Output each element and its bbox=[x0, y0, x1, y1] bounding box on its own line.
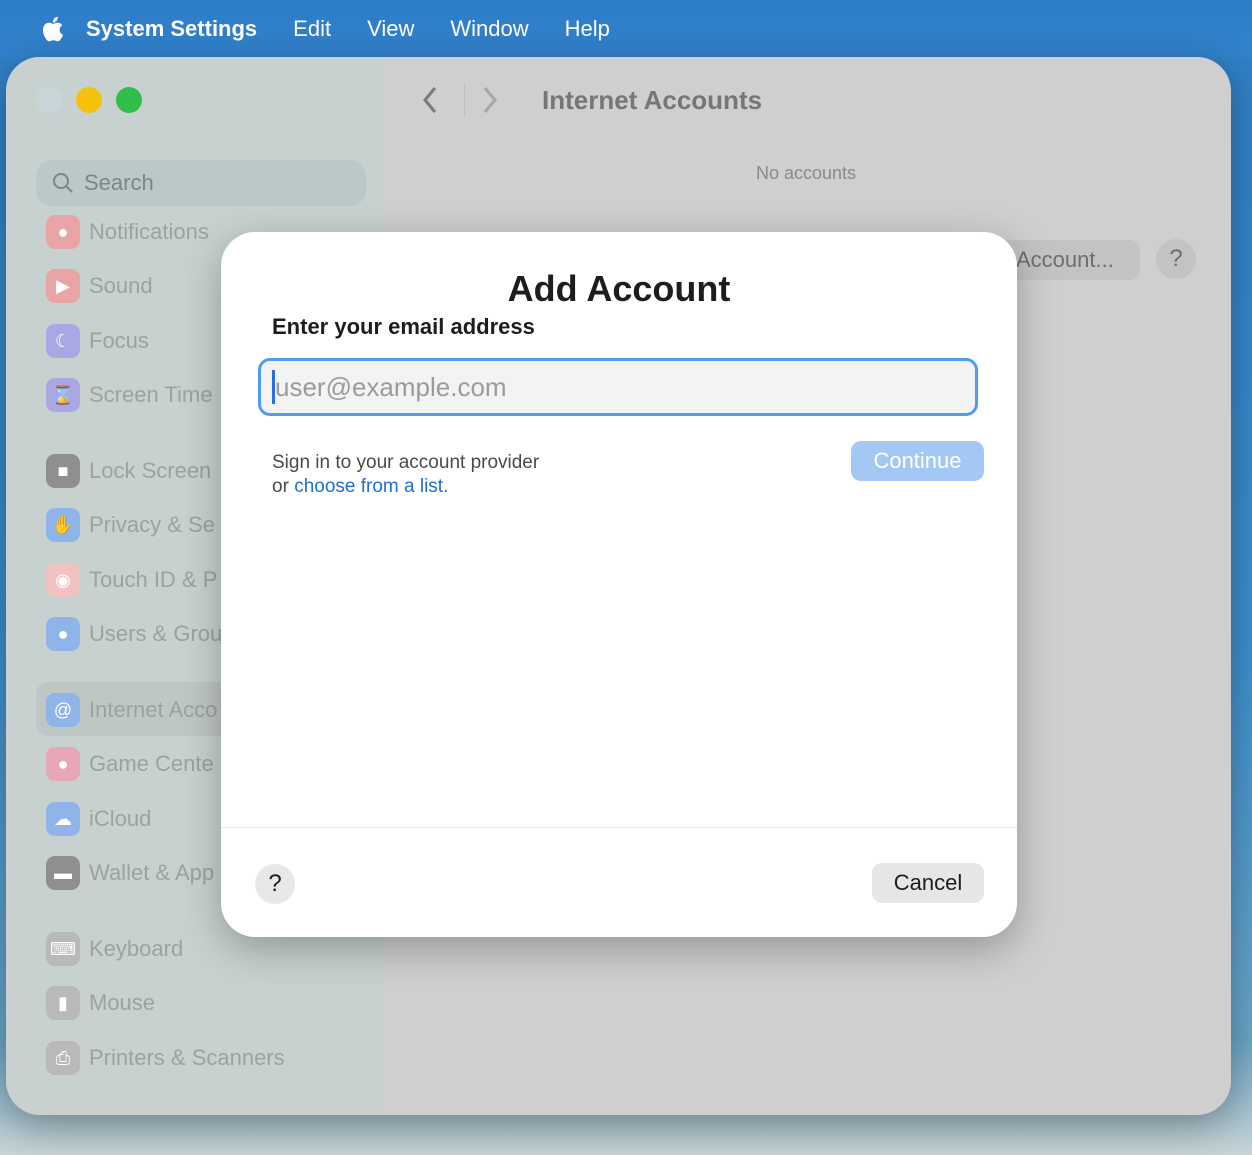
hourglass-icon: ⌛ bbox=[46, 378, 80, 412]
sidebar-item-touch-id[interactable]: ◉ Touch ID & P bbox=[46, 563, 217, 597]
sidebar-item-label: Keyboard bbox=[89, 936, 184, 961]
text-caret bbox=[272, 370, 275, 404]
sidebar-item-notifications[interactable]: ● Notifications bbox=[46, 215, 209, 249]
dialog-divider bbox=[221, 827, 1017, 828]
menu-help[interactable]: Help bbox=[565, 16, 610, 42]
sidebar-item-users[interactable]: ● Users & Grou bbox=[46, 617, 222, 651]
menu-window[interactable]: Window bbox=[450, 16, 528, 42]
sidebar-item-label: Touch ID & P bbox=[89, 567, 218, 592]
search-placeholder: Search bbox=[84, 170, 154, 195]
lock-icon: ■ bbox=[46, 454, 80, 488]
choose-from-list-link[interactable]: choose from a list. bbox=[294, 476, 448, 497]
sidebar-item-screen-time[interactable]: ⌛ Screen Time bbox=[46, 378, 213, 412]
close-button[interactable] bbox=[36, 87, 62, 113]
add-account-dialog: Add Account Enter your email address Sig… bbox=[221, 232, 1017, 937]
sidebar-item-label: Wallet & App bbox=[89, 860, 215, 885]
sidebar-item-sound[interactable]: ▶ Sound bbox=[46, 269, 153, 303]
sidebar-item-label: iCloud bbox=[89, 806, 152, 831]
keyboard-icon: ⌨ bbox=[46, 932, 80, 966]
speaker-icon: ▶ bbox=[46, 269, 80, 303]
hint-line-1: Sign in to your account provider bbox=[272, 452, 540, 473]
sidebar-item-label: Focus bbox=[89, 328, 149, 353]
sidebar-item-label: Game Cente bbox=[89, 751, 214, 776]
sidebar-item-label: Printers & Scanners bbox=[89, 1045, 285, 1070]
no-accounts-label: No accounts bbox=[755, 163, 857, 183]
sidebar-item-game-center[interactable]: ● Game Cente bbox=[46, 747, 214, 781]
sidebar-item-label: Privacy & Se bbox=[89, 512, 215, 537]
continue-button[interactable]: Continue bbox=[851, 441, 984, 481]
dialog-help-button[interactable]: ? bbox=[255, 864, 295, 904]
menu-bar: System Settings Edit View Window Help bbox=[0, 0, 1252, 58]
printer-icon: ⎙ bbox=[46, 1041, 80, 1075]
email-field[interactable] bbox=[258, 358, 978, 416]
cloud-icon: ☁ bbox=[46, 802, 80, 836]
sidebar-item-label: Mouse bbox=[89, 990, 156, 1015]
hint-prefix: or bbox=[272, 476, 295, 497]
sidebar-item-label: Notifications bbox=[89, 219, 209, 244]
sidebar-item-privacy[interactable]: ✋ Privacy & Se bbox=[46, 508, 215, 542]
sidebar-item-lock-screen[interactable]: ■ Lock Screen bbox=[46, 454, 211, 488]
page-title: Internet Accounts bbox=[542, 85, 763, 115]
cancel-button[interactable]: Cancel bbox=[872, 863, 984, 903]
zoom-button[interactable] bbox=[116, 87, 142, 113]
menu-view[interactable]: View bbox=[367, 16, 414, 42]
at-icon: @ bbox=[46, 693, 80, 727]
fingerprint-icon: ◉ bbox=[46, 563, 80, 597]
sidebar-item-icloud[interactable]: ☁ iCloud bbox=[46, 802, 151, 836]
dialog-subtitle: Enter your email address bbox=[272, 314, 535, 339]
hand-icon: ✋ bbox=[46, 508, 80, 542]
minimize-button[interactable] bbox=[76, 87, 102, 113]
traffic-lights bbox=[36, 87, 142, 113]
sidebar-item-printers[interactable]: ⎙ Printers & Scanners bbox=[46, 1041, 285, 1075]
mouse-icon: ▮ bbox=[46, 986, 80, 1020]
nav-separator bbox=[464, 85, 465, 115]
menu-app-name[interactable]: System Settings bbox=[86, 16, 257, 42]
game-center-icon: ● bbox=[46, 747, 80, 781]
sidebar-item-mouse[interactable]: ▮ Mouse bbox=[46, 986, 155, 1020]
chevron-left-icon[interactable] bbox=[420, 85, 440, 115]
menu-edit[interactable]: Edit bbox=[293, 16, 331, 42]
sidebar-search[interactable]: Search bbox=[36, 160, 366, 206]
users-icon: ● bbox=[46, 617, 80, 651]
moon-icon: ☾ bbox=[46, 324, 80, 358]
search-icon bbox=[53, 173, 73, 193]
provider-hint: Sign in to your account provider or choo… bbox=[272, 451, 539, 499]
sidebar-item-label: Sound bbox=[89, 273, 153, 298]
sidebar-item-label: Screen Time bbox=[89, 382, 213, 407]
sidebar-item-label: Internet Acco bbox=[89, 697, 218, 722]
sidebar-item-wallet[interactable]: ▬ Wallet & App bbox=[46, 856, 214, 890]
bell-icon: ● bbox=[46, 215, 80, 249]
dialog-title: Add Account bbox=[507, 268, 731, 309]
chevron-right-icon[interactable] bbox=[480, 85, 500, 115]
sidebar-item-label: Lock Screen bbox=[89, 458, 212, 483]
add-account-button[interactable]: Account... bbox=[996, 240, 1140, 280]
help-button[interactable]: ? bbox=[1156, 239, 1196, 279]
apple-icon[interactable] bbox=[40, 15, 64, 43]
sidebar-item-internet-accounts[interactable]: @ Internet Acco bbox=[46, 693, 217, 727]
sidebar-item-keyboard[interactable]: ⌨ Keyboard bbox=[46, 932, 183, 966]
sidebar-item-label: Users & Grou bbox=[89, 621, 223, 646]
wallet-icon: ▬ bbox=[46, 856, 80, 890]
sidebar-item-focus[interactable]: ☾ Focus bbox=[46, 324, 149, 358]
